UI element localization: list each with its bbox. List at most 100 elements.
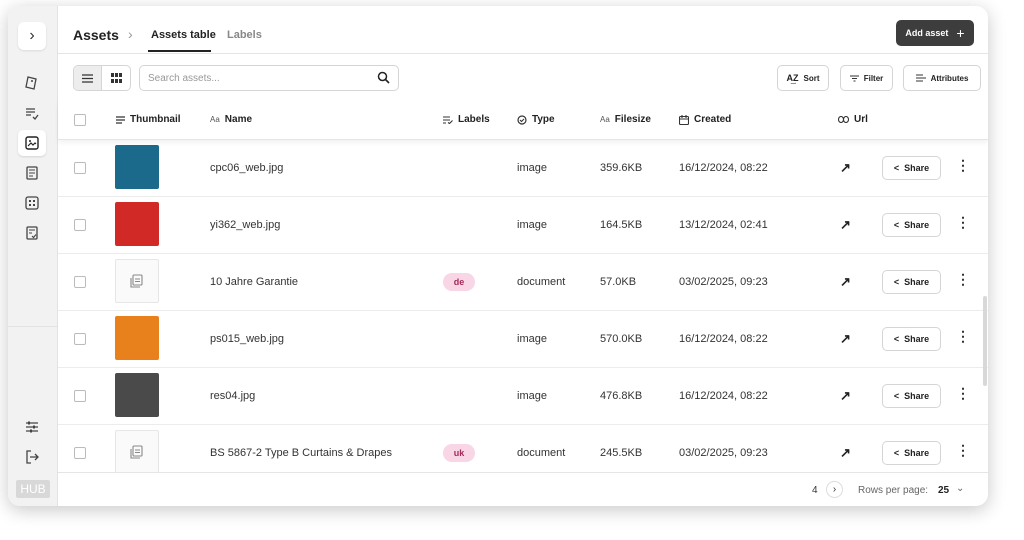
table-row[interactable]: BS 5867-2 Type B Curtains & Drapes uk do… [58,425,988,472]
more-options-icon[interactable]: ⋮ [956,328,970,345]
asset-filesize: 570.0KB [600,333,643,345]
checklist-icon [26,226,38,240]
select-all-checkbox[interactable] [74,114,86,126]
share-button[interactable]: < Share [882,441,941,465]
share-button[interactable]: < Share [882,327,941,351]
table-row[interactable]: yi362_web.jpg image 164.5KB 13/12/2024, … [58,197,988,254]
external-link-icon[interactable]: ↗ [840,274,851,290]
asset-thumbnail[interactable] [115,259,159,303]
label-badge[interactable]: uk [443,444,475,462]
asset-thumbnail[interactable] [115,316,159,360]
sidebar-item-grid[interactable] [18,190,46,216]
rows-per-page-select[interactable]: 25 [938,485,949,496]
next-page-button[interactable]: › [826,481,843,498]
sidebar-item-products[interactable] [18,70,46,96]
tab-assets-table[interactable]: Assets table [151,29,216,41]
hub-logo: HUB [16,480,50,498]
sidebar-item-logout[interactable] [18,444,46,470]
more-options-icon[interactable]: ⋮ [956,214,970,231]
sidebar-item-reports[interactable] [18,220,46,246]
sort-button[interactable]: A͢Z Sort [777,65,829,91]
expand-sidebar-button[interactable]: › [18,22,46,50]
toolbar: A͢Z Sort Filter Attributes [58,54,988,100]
table-row[interactable]: 10 Jahre Garantie de document 57.0KB 03/… [58,254,988,311]
grid-view-button[interactable] [102,66,130,90]
asset-name[interactable]: cpc06_web.jpg [210,162,283,174]
link-icon [838,116,849,123]
asset-thumbnail[interactable] [115,145,159,189]
more-options-icon[interactable]: ⋮ [956,271,970,288]
sidebar-item-assets[interactable] [18,130,46,156]
sidebar-item-settings[interactable] [18,414,46,440]
chevron-right-icon: › [832,484,837,495]
row-checkbox[interactable] [74,162,86,174]
asset-thumbnail[interactable] [115,373,159,417]
plus-icon: + [956,25,965,41]
table-row[interactable]: ps015_web.jpg image 570.0KB 16/12/2024, … [58,311,988,368]
label-badge[interactable]: de [443,273,475,291]
row-checkbox[interactable] [74,447,86,459]
external-link-icon[interactable]: ↗ [840,388,851,404]
add-asset-button[interactable]: Add asset + [896,20,974,46]
column-url[interactable]: Url [838,114,868,125]
share-button[interactable]: < Share [882,156,941,180]
asset-name[interactable]: ps015_web.jpg [210,333,284,345]
share-icon: < [893,220,900,230]
share-icon: < [893,391,900,401]
asset-name[interactable]: yi362_web.jpg [210,219,280,231]
table-body: cpc06_web.jpg image 359.6KB 16/12/2024, … [58,140,988,472]
column-filesize[interactable]: Aa Filesize [600,114,651,125]
rows-per-page-label: Rows per page: [858,485,929,496]
external-link-icon[interactable]: ↗ [840,217,851,233]
image-icon [25,136,39,150]
asset-name[interactable]: 10 Jahre Garantie [210,276,298,288]
column-labels[interactable]: Labels [443,114,490,125]
table-row[interactable]: cpc06_web.jpg image 359.6KB 16/12/2024, … [58,140,988,197]
share-icon: < [893,163,900,173]
share-button[interactable]: < Share [882,270,941,294]
add-asset-label: Add asset [905,28,949,38]
asset-name[interactable]: res04.jpg [210,390,255,402]
row-checkbox[interactable] [74,390,86,402]
search-input[interactable] [140,66,360,90]
share-button[interactable]: < Share [882,213,941,237]
column-thumbnail[interactable]: Thumbnail [116,114,181,125]
column-type[interactable]: Type [517,114,555,125]
asset-filesize: 359.6KB [600,162,643,174]
external-link-icon[interactable]: ↗ [840,331,851,347]
breadcrumb-root[interactable]: Assets [73,27,119,43]
sliders-icon [26,421,38,433]
asset-thumbnail[interactable] [115,202,159,246]
external-link-icon[interactable]: ↗ [840,445,851,461]
tab-labels[interactable]: Labels [227,29,262,41]
more-options-icon[interactable]: ⋮ [956,385,970,402]
row-checkbox[interactable] [74,219,86,231]
external-link-icon[interactable]: ↗ [840,160,851,176]
more-options-icon[interactable]: ⋮ [956,157,970,174]
asset-name[interactable]: BS 5867-2 Type B Curtains & Drapes [210,447,392,459]
list-view-button[interactable] [74,66,103,90]
attributes-button[interactable]: Attributes [903,65,981,91]
sidebar-item-documents[interactable] [18,160,46,186]
list-check-icon [26,108,39,120]
table-row[interactable]: res04.jpg image 476.8KB 16/12/2024, 08:2… [58,368,988,425]
circle-check-icon [517,114,527,125]
vertical-scrollbar[interactable] [983,296,987,386]
more-options-icon[interactable]: ⋮ [956,442,970,459]
row-checkbox[interactable] [74,333,86,345]
chevron-down-icon[interactable]: ⌄ [956,483,964,494]
row-checkbox[interactable] [74,276,86,288]
search-icon[interactable] [377,71,390,84]
asset-created: 16/12/2024, 08:22 [679,333,768,345]
column-created[interactable]: Created [679,114,731,125]
share-button[interactable]: < Share [882,384,941,408]
asset-type: image [517,162,547,174]
document-list-icon [26,166,38,180]
filter-button[interactable]: Filter [840,65,893,91]
column-name[interactable]: Aa Name [210,114,252,125]
sidebar-item-tasks[interactable] [18,100,46,126]
attributes-label: Attributes [930,73,969,83]
asset-thumbnail[interactable] [115,430,159,472]
share-icon: < [893,334,900,344]
asset-type: image [517,390,547,402]
